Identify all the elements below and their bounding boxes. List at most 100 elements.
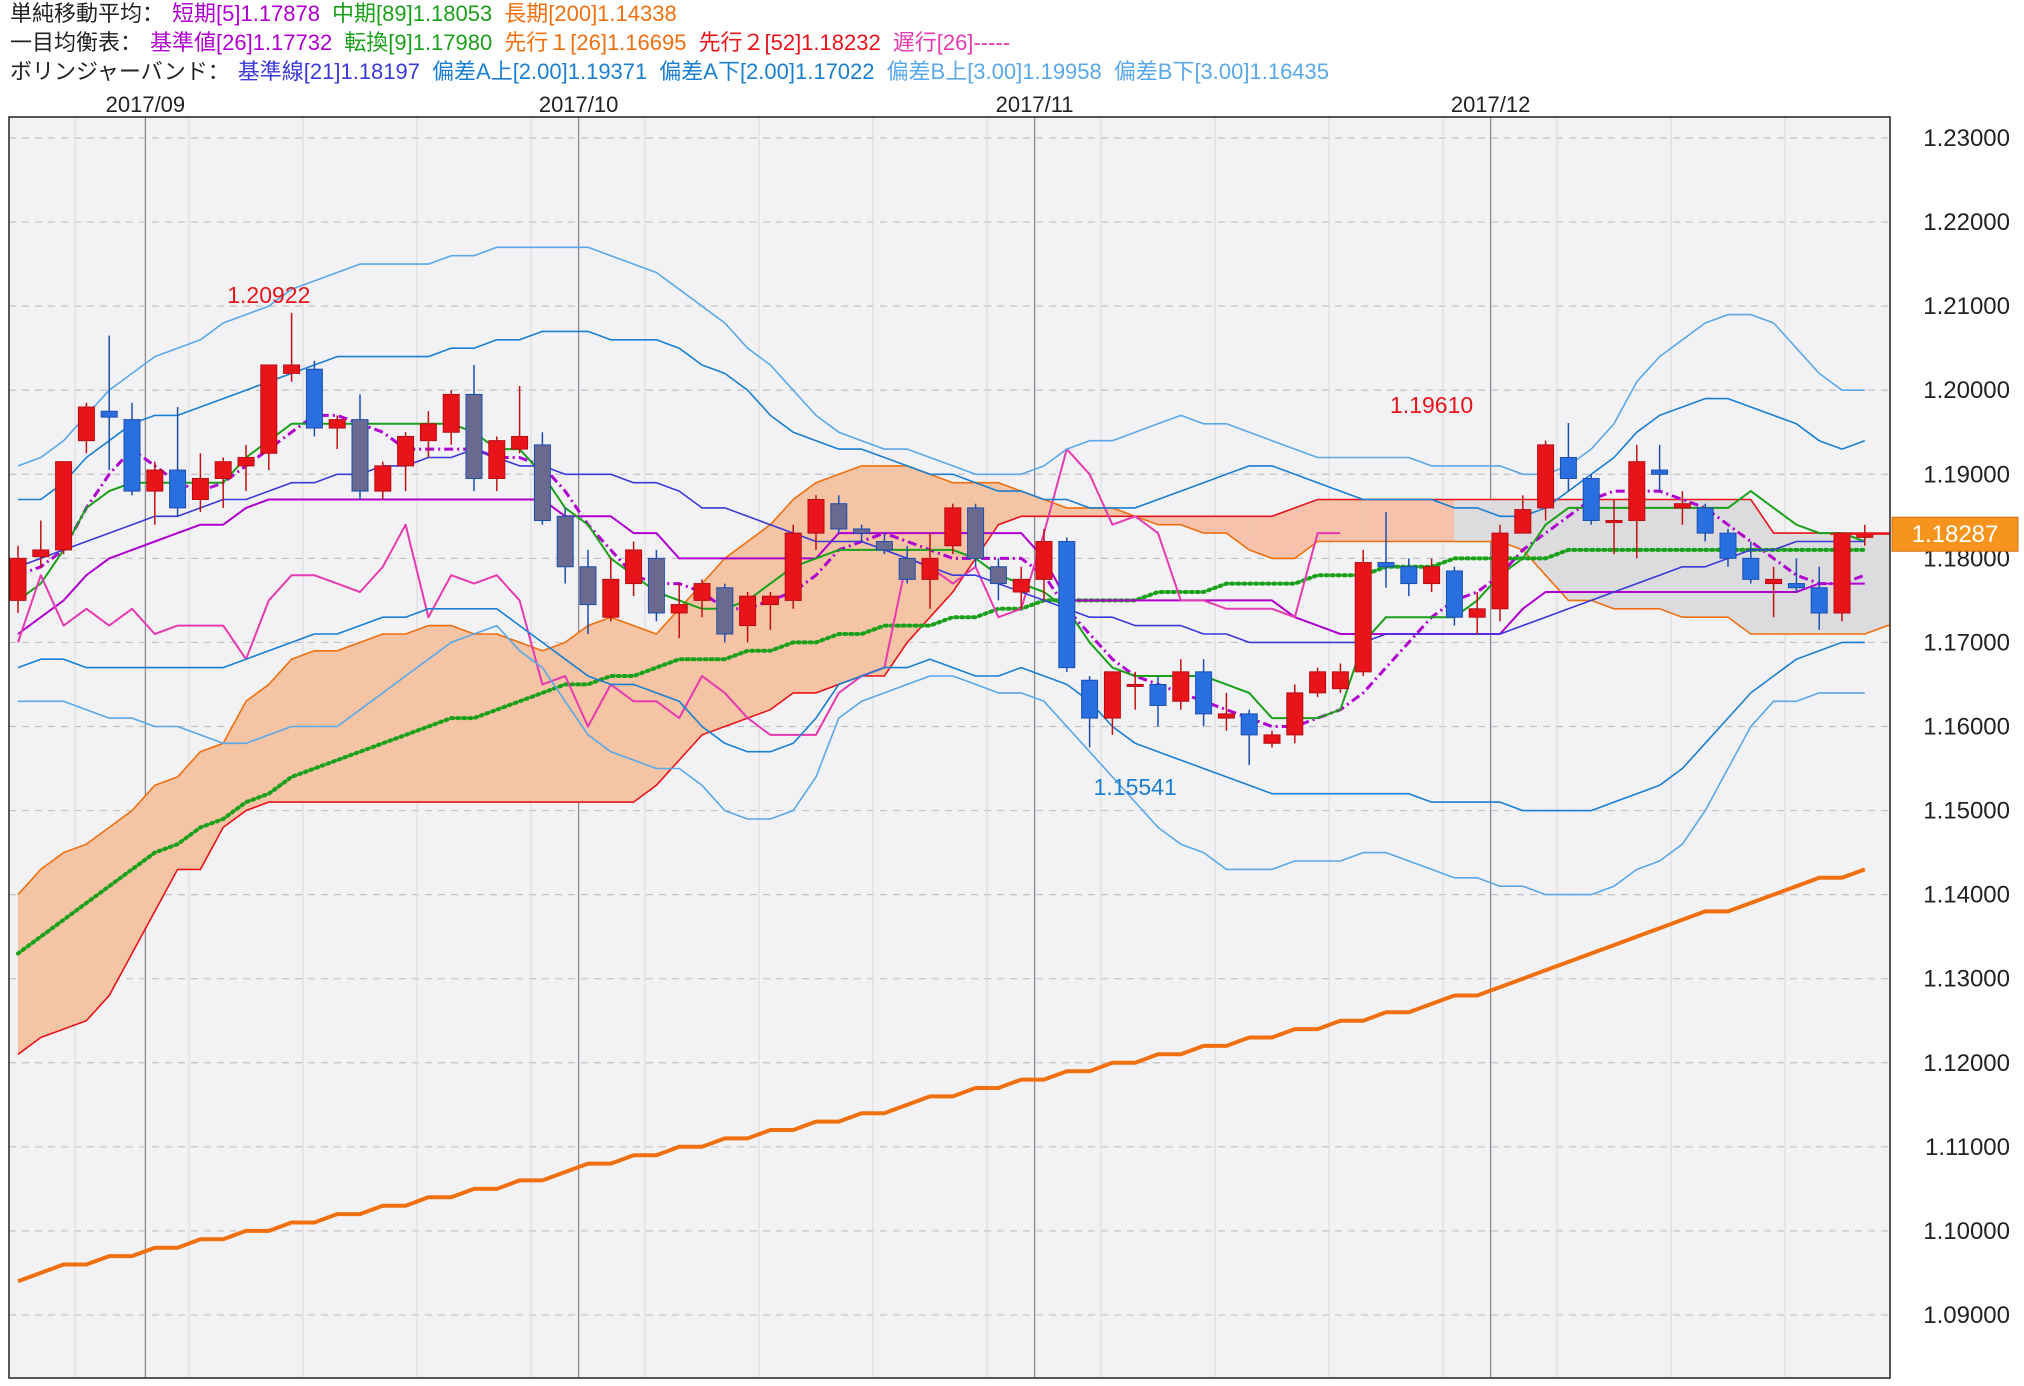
candle-body [1400, 566, 1418, 585]
candle-body [1195, 671, 1213, 715]
price-chart[interactable]: 1.20922 1.19610 1.15541 2017/09 2017/10 2017/… [0, 0, 2024, 1386]
candle-body [1035, 541, 1053, 580]
candle-body [1628, 461, 1646, 522]
candle-body [305, 368, 323, 429]
cloud-segment [1408, 499, 1432, 542]
cloud-segment [610, 617, 634, 803]
candle-body [1377, 562, 1395, 568]
candle-body [716, 587, 734, 635]
candle-body [1126, 683, 1144, 687]
candle-body [1537, 444, 1555, 509]
candle-body [784, 532, 802, 601]
cloud-segment [337, 642, 360, 803]
cloud-segment [18, 869, 41, 1055]
cloud-segment [63, 844, 87, 1030]
cloud-segment [565, 625, 588, 803]
x-tick-label: 2017/12 [1451, 92, 1531, 117]
candle-body [1719, 532, 1737, 559]
candle-body [1286, 692, 1304, 736]
candle-body [1833, 532, 1851, 614]
candle-body [1651, 469, 1669, 475]
candle-body [1468, 608, 1486, 618]
cloud-segment [451, 625, 474, 803]
y-tick-label: 1.17000 [1923, 629, 2010, 656]
y-tick-label: 1.21000 [1923, 293, 2010, 320]
candle-body [397, 435, 415, 467]
candle-body [55, 461, 73, 551]
candle-body [1081, 679, 1099, 719]
cloud-segment [519, 642, 543, 803]
candle-body [670, 604, 688, 614]
candle-body [1331, 671, 1349, 690]
price-annotation: 1.20922 [227, 282, 310, 308]
y-tick-label: 1.15000 [1923, 798, 2010, 825]
candle-body [1058, 541, 1076, 669]
cloud-segment [1454, 499, 1478, 542]
candle-body [693, 583, 711, 601]
cloud-segment [1386, 499, 1409, 542]
price-annotation: 1.15541 [1094, 774, 1177, 800]
candle-body [1810, 587, 1828, 614]
y-tick-label: 1.16000 [1923, 713, 2010, 740]
candle-body [511, 435, 529, 450]
candle-body [1172, 671, 1190, 702]
candle-body [1491, 532, 1509, 610]
candle-body [602, 578, 620, 618]
cloud-segment [542, 642, 566, 803]
candle-body [1263, 734, 1281, 744]
candle-body [214, 461, 232, 479]
candle-body [283, 364, 301, 374]
candle-body [1445, 570, 1463, 618]
candle-body [1423, 566, 1441, 585]
y-tick-label: 1.10000 [1923, 1218, 2010, 1245]
cloud-segment [360, 634, 383, 803]
candle-body [1217, 713, 1235, 719]
candle-body [123, 419, 141, 492]
y-tick-label: 1.09000 [1923, 1302, 2010, 1329]
candle-body [374, 465, 392, 492]
candle-body [351, 419, 369, 492]
cloud-segment [1203, 516, 1227, 534]
candle-body [625, 549, 643, 585]
candle-body [761, 595, 779, 606]
candle-body [169, 469, 187, 509]
cloud-segment [633, 625, 657, 803]
candle-body [77, 406, 95, 442]
cloud-segment [496, 634, 520, 803]
cloud-segment [907, 465, 930, 643]
candle-body [1696, 507, 1714, 534]
candle-body [647, 557, 665, 614]
x-tick-label: 2017/11 [996, 92, 1074, 117]
candle-body [875, 541, 893, 551]
cloud-segment [1066, 507, 1090, 517]
y-tick-label: 1.11000 [1925, 1134, 2010, 1161]
y-tick-label: 1.13000 [1923, 966, 2010, 993]
cloud-segment [246, 684, 269, 811]
cloud-segment [1158, 516, 1181, 525]
price-annotation: 1.19610 [1390, 392, 1473, 418]
candle-body [921, 557, 939, 580]
y-tick-label: 1.12000 [1923, 1050, 2010, 1077]
candle-body [807, 499, 825, 534]
candle-body [1582, 477, 1600, 522]
candle-body [1605, 520, 1623, 524]
cloud-segment [1864, 533, 1888, 635]
candle-body [1103, 671, 1121, 719]
cloud-segment [1317, 499, 1341, 542]
cloud-segment [405, 625, 429, 803]
x-tick-label: 2017/10 [539, 92, 619, 117]
candle-body [1514, 509, 1532, 534]
candle-body [1354, 562, 1372, 673]
y-tick-label: 1.19000 [1923, 461, 2010, 488]
candle-body [830, 503, 848, 530]
candle-body [1787, 583, 1805, 589]
candle-body [32, 549, 50, 558]
candle-body [556, 515, 574, 568]
cloud-segment [861, 465, 885, 677]
candle-body [989, 566, 1007, 585]
cloud-segment [40, 852, 64, 1038]
cloud-segment [86, 827, 110, 1021]
candle-body [146, 469, 164, 492]
cloud-segment [1659, 499, 1683, 618]
candle-body [898, 557, 916, 580]
